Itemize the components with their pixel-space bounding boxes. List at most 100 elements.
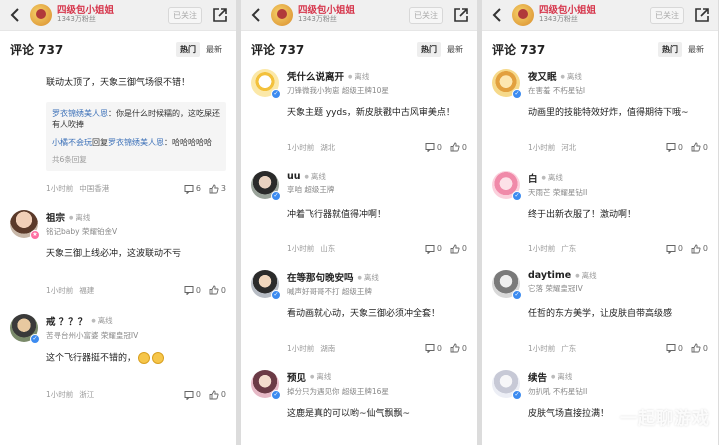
follow-button[interactable]: 已关注: [168, 6, 202, 24]
screenshot-collage: 四级包小姐姐 1343万粉丝 已关注 评论 737 热门 最新 联动太顶了，天象…: [0, 0, 719, 445]
reply-button[interactable]: 6: [184, 184, 201, 194]
comment-item: ✓ 白离线 天雨芒 荣耀星钻II 终于出新衣服了！激动啊！ 1小时前广东 0 0: [482, 170, 718, 255]
back-icon[interactable]: [247, 6, 265, 24]
account-avatar[interactable]: [512, 4, 534, 26]
thumbs-up-icon: [209, 184, 219, 194]
back-icon[interactable]: [6, 6, 24, 24]
user-name[interactable]: uu: [287, 171, 301, 182]
avatar[interactable]: ✓: [251, 69, 281, 99]
reply-sep: ：: [108, 108, 116, 118]
reply-count: 0: [436, 343, 442, 353]
online-status: 离线: [348, 71, 369, 82]
user-name[interactable]: 凭什么说离开: [287, 69, 344, 83]
comment-meta: 1小时前 湖南 0 0: [251, 343, 467, 354]
comment-icon: [425, 344, 435, 354]
reply-thread[interactable]: 罗衣锦绣美人恩：你是什么时候糯的，这吃屎还有人吹捧 小橘不会玩回复罗衣锦绣美人恩…: [46, 101, 226, 172]
reply-button[interactable]: 0: [184, 390, 201, 400]
top-bar: 四级包小姐姐 1343万粉丝 已关注: [241, 0, 477, 31]
avatar[interactable]: ✓: [251, 270, 281, 301]
reply-button[interactable]: 0: [666, 244, 683, 254]
more-replies-link[interactable]: 共6条回复: [52, 154, 220, 165]
share-icon[interactable]: [451, 5, 471, 25]
comment-icon: [184, 390, 194, 400]
like-count: 3: [220, 184, 226, 194]
reply-button[interactable]: 0: [425, 343, 442, 354]
sort-hot-tab[interactable]: 热门: [176, 41, 200, 57]
avatar[interactable]: ✓: [10, 313, 40, 344]
like-button[interactable]: 0: [450, 142, 467, 152]
user-name[interactable]: 祖宗: [46, 210, 65, 224]
avatar[interactable]: ✓: [492, 170, 522, 201]
user-name[interactable]: 预见: [287, 370, 306, 384]
comment-text: 终于出新衣服了！激动啊！: [528, 209, 637, 220]
reply-count: 0: [677, 343, 683, 353]
avatar[interactable]: ✓: [492, 69, 522, 99]
user-name[interactable]: 白: [528, 171, 538, 185]
avatar[interactable]: ✓: [492, 369, 522, 400]
comments-header: 评论 737 热门 最新: [0, 31, 236, 67]
reply-button[interactable]: 0: [425, 142, 442, 153]
thumbs-up-icon: [209, 390, 219, 400]
comment-item: ✓ 夜又眠离线 在害羞 不朽星钻I 动画里的技能特效好炸，值得期待下哦~ 1小时…: [482, 69, 718, 153]
comment-icon: [184, 184, 194, 194]
sort-new-tab[interactable]: 最新: [443, 42, 467, 57]
like-button[interactable]: 0: [691, 142, 708, 152]
follow-button[interactable]: 已关注: [409, 6, 443, 24]
verified-icon: ✓: [512, 190, 522, 201]
thumbs-up-icon: [691, 343, 701, 353]
account-avatar[interactable]: [30, 4, 52, 26]
comment-icon: [425, 143, 435, 153]
avatar[interactable]: ✓: [251, 170, 281, 201]
user-rank: 天雨芒 荣耀星钻II: [528, 187, 588, 197]
user-name[interactable]: 在等那句晚安吗: [287, 270, 354, 284]
thumbs-up-icon: [450, 244, 460, 254]
reply-author[interactable]: 小橘不会玩: [52, 138, 92, 147]
comment-location: 福建: [79, 285, 95, 295]
comment-time: 1小时前: [528, 244, 556, 254]
comment-location: 湖北: [320, 142, 336, 152]
like-button[interactable]: 0: [209, 285, 226, 295]
comment-icon: [425, 244, 435, 254]
reply-author[interactable]: 罗衣锦绣美人恩: [52, 109, 108, 118]
comment-time: 1小时前: [46, 390, 74, 400]
user-name[interactable]: daytime: [528, 270, 571, 281]
sort-new-tab[interactable]: 最新: [684, 42, 708, 57]
online-status: 离线: [358, 272, 379, 283]
sort-hot-tab[interactable]: 热门: [417, 41, 441, 57]
sort-new-tab[interactable]: 最新: [202, 42, 226, 57]
comment-icon: [666, 244, 676, 254]
follow-button[interactable]: 已关注: [650, 6, 684, 24]
reply-target[interactable]: 罗衣锦绣美人恩: [108, 138, 164, 147]
like-count: 0: [220, 390, 226, 400]
avatar[interactable]: ✓: [492, 270, 522, 301]
user-name[interactable]: 夜又眠: [528, 69, 557, 83]
like-button[interactable]: 0: [450, 343, 467, 353]
user-rank: 它落 荣耀皇冠IV: [528, 284, 583, 294]
reply-button[interactable]: 0: [184, 285, 201, 296]
account-avatar[interactable]: [271, 4, 293, 26]
share-icon[interactable]: [692, 5, 712, 25]
comments-count-title: 评论 737: [251, 42, 305, 57]
like-button[interactable]: 0: [691, 244, 708, 254]
user-name[interactable]: 续告: [528, 370, 547, 384]
like-button[interactable]: 0: [450, 244, 467, 254]
share-icon[interactable]: [210, 5, 230, 25]
verified-icon: ✓: [512, 89, 522, 99]
like-button[interactable]: 0: [209, 390, 226, 400]
avatar[interactable]: ★: [10, 210, 40, 241]
reply-button[interactable]: 0: [666, 343, 683, 354]
reply-button[interactable]: 0: [666, 142, 683, 153]
user-rank: 享咱 超级王牌: [287, 184, 335, 194]
like-button[interactable]: 3: [209, 184, 226, 194]
thumbs-up-icon: [450, 343, 460, 353]
sort-hot-tab[interactable]: 热门: [658, 41, 682, 57]
like-button[interactable]: 0: [691, 343, 708, 353]
user-name[interactable]: 戒 ？？？: [46, 314, 87, 328]
comment-location: 浙江: [79, 390, 95, 400]
top-bar: 四级包小姐姐 1343万粉丝 已关注: [482, 0, 718, 31]
avatar[interactable]: ✓: [251, 369, 281, 400]
vip-badge-icon: ★: [30, 230, 40, 241]
back-icon[interactable]: [488, 6, 506, 24]
account-info: 四级包小姐姐 1343万粉丝: [298, 5, 355, 24]
reply-button[interactable]: 0: [425, 244, 442, 254]
